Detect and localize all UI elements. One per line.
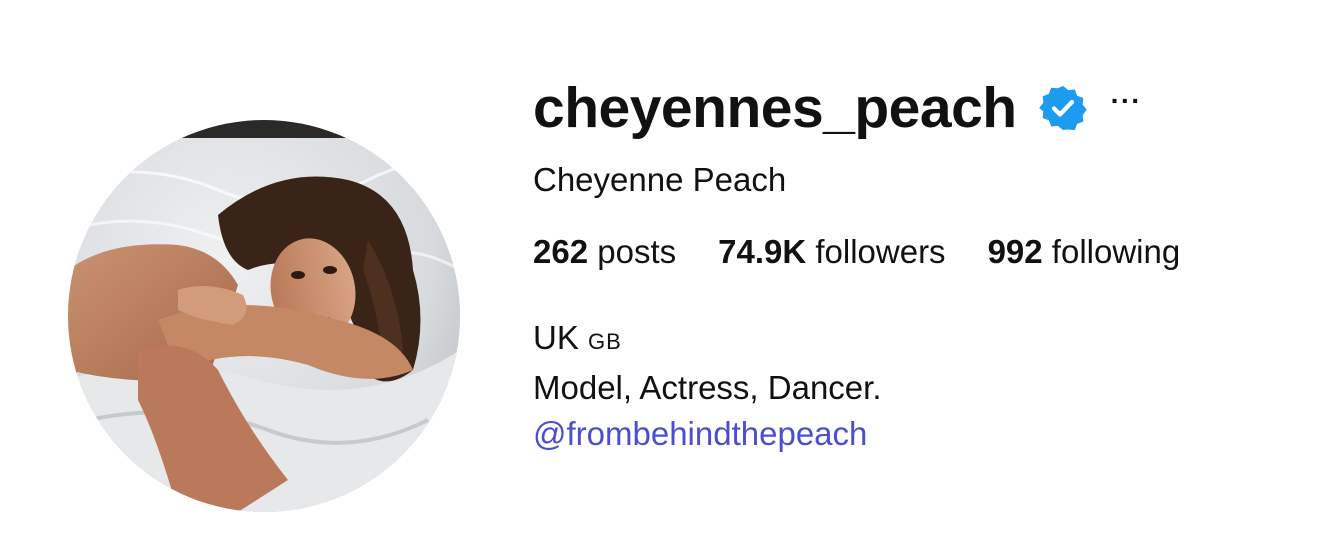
profile-stats: 262 posts 74.9K followers 992 following xyxy=(533,232,1303,272)
posts-count[interactable]: 262 posts xyxy=(533,232,676,272)
followers-label: followers xyxy=(815,232,946,270)
username-row: cheyennes_peach ··· xyxy=(533,72,1303,144)
posts-label: posts xyxy=(597,232,677,270)
followers-number: 74.9K xyxy=(718,232,807,270)
more-options-icon[interactable]: ··· xyxy=(1111,87,1142,115)
bio-location: UK xyxy=(533,319,579,357)
verified-badge-icon xyxy=(1038,86,1087,131)
full-name: Cheyenne Peach xyxy=(533,161,787,198)
following-count[interactable]: 992 following xyxy=(988,232,1181,272)
posts-number: 262 xyxy=(533,232,589,270)
following-number: 992 xyxy=(987,232,1043,270)
profile-bio: UK GB Model, Actress, Dancer. @frombehin… xyxy=(533,315,1303,457)
bio-tagline: Model, Actress, Dancer. xyxy=(533,369,882,407)
followers-count[interactable]: 74.9K followers xyxy=(718,232,945,272)
bio-location-line: UK GB xyxy=(533,315,1303,365)
bio-mention-link[interactable]: @frombehindthepeach xyxy=(533,411,1303,457)
username: cheyennes_peach xyxy=(533,75,1017,140)
profile-header: cheyennes_peach ··· Cheyenne Peach 262 p… xyxy=(533,72,1303,457)
following-label: following xyxy=(1051,232,1181,270)
flag-gb-icon: GB xyxy=(588,329,622,355)
avatar-photo xyxy=(68,120,460,512)
profile-avatar[interactable] xyxy=(68,120,460,512)
